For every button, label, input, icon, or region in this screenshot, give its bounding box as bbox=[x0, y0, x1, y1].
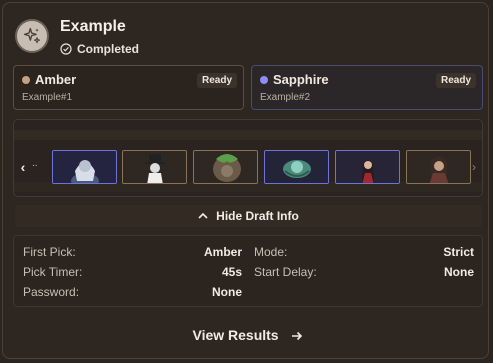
pick-timer-value: 45s bbox=[221, 265, 242, 279]
carousel-prev-button[interactable]: ‹ bbox=[14, 156, 32, 178]
mode-row: Mode: Strict bbox=[254, 245, 474, 259]
chevron-up-icon bbox=[198, 212, 208, 219]
ready-badge: Ready bbox=[196, 73, 237, 88]
team-color-dot bbox=[22, 75, 30, 84]
status-text: Completed bbox=[77, 42, 140, 56]
picks-carousel: ‹ .. › bbox=[13, 119, 483, 197]
draft-info-panel: First Pick: Amber Pick Timer: 45s Passwo… bbox=[13, 235, 483, 307]
pick-portrait-4[interactable] bbox=[264, 150, 329, 184]
view-results-label: View Results bbox=[192, 327, 279, 343]
team-card-sapphire[interactable]: Sapphire Example#2 Ready bbox=[251, 65, 483, 110]
arrow-right-icon bbox=[291, 327, 303, 343]
view-results-button[interactable]: View Results bbox=[3, 327, 492, 343]
team-card-amber[interactable]: Amber Example#1 Ready bbox=[13, 65, 244, 110]
pick-portrait-2[interactable] bbox=[122, 150, 187, 184]
password-row: Password: None bbox=[23, 285, 242, 299]
carousel-next-button[interactable]: › bbox=[468, 157, 480, 177]
first-pick-value: Amber bbox=[203, 245, 242, 259]
team-color-dot bbox=[260, 75, 268, 84]
toggle-label: Hide Draft Info bbox=[216, 209, 299, 223]
pick-portrait-6[interactable] bbox=[406, 150, 471, 184]
ready-badge: Ready bbox=[435, 73, 476, 88]
pick-timer-row: Pick Timer: 45s bbox=[23, 265, 242, 279]
first-pick-row: First Pick: Amber bbox=[23, 245, 242, 259]
password-value: None bbox=[212, 285, 242, 299]
start-delay-value: None bbox=[444, 265, 474, 279]
team-name: Sapphire bbox=[273, 72, 329, 87]
pick-portrait-1[interactable] bbox=[52, 150, 117, 184]
match-card: Example Completed Amber Example#1 Ready … bbox=[2, 2, 489, 359]
match-title: Example bbox=[60, 18, 126, 35]
check-circle-icon bbox=[60, 43, 72, 55]
mode-value: Strict bbox=[443, 245, 474, 259]
match-status: Completed bbox=[60, 42, 139, 56]
carousel-overflow-dots: .. bbox=[32, 158, 38, 169]
team-tag: Example#2 bbox=[260, 92, 311, 103]
hide-draft-info-toggle[interactable]: Hide Draft Info bbox=[15, 205, 482, 227]
start-delay-row: Start Delay: None bbox=[254, 265, 474, 279]
pick-portrait-3[interactable] bbox=[193, 150, 258, 184]
sparkles-icon bbox=[15, 19, 49, 53]
pick-portrait-5[interactable] bbox=[335, 150, 400, 184]
team-tag: Example#1 bbox=[22, 92, 73, 103]
team-name: Amber bbox=[35, 72, 77, 87]
